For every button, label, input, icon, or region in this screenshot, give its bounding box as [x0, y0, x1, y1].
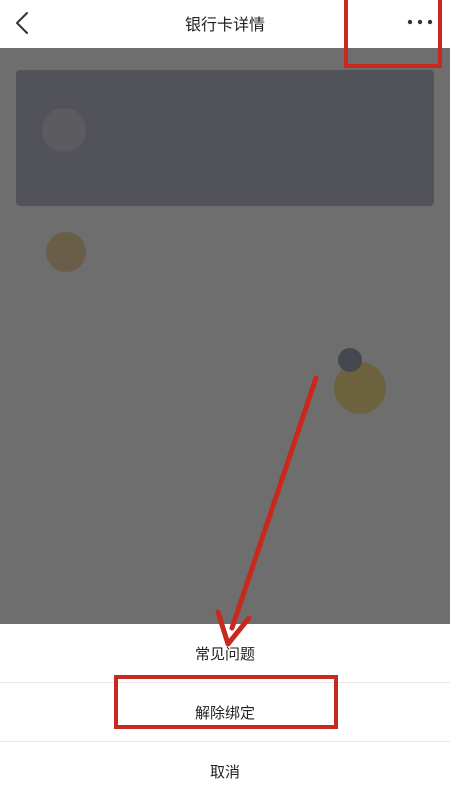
annotation-arrow	[215, 375, 319, 647]
